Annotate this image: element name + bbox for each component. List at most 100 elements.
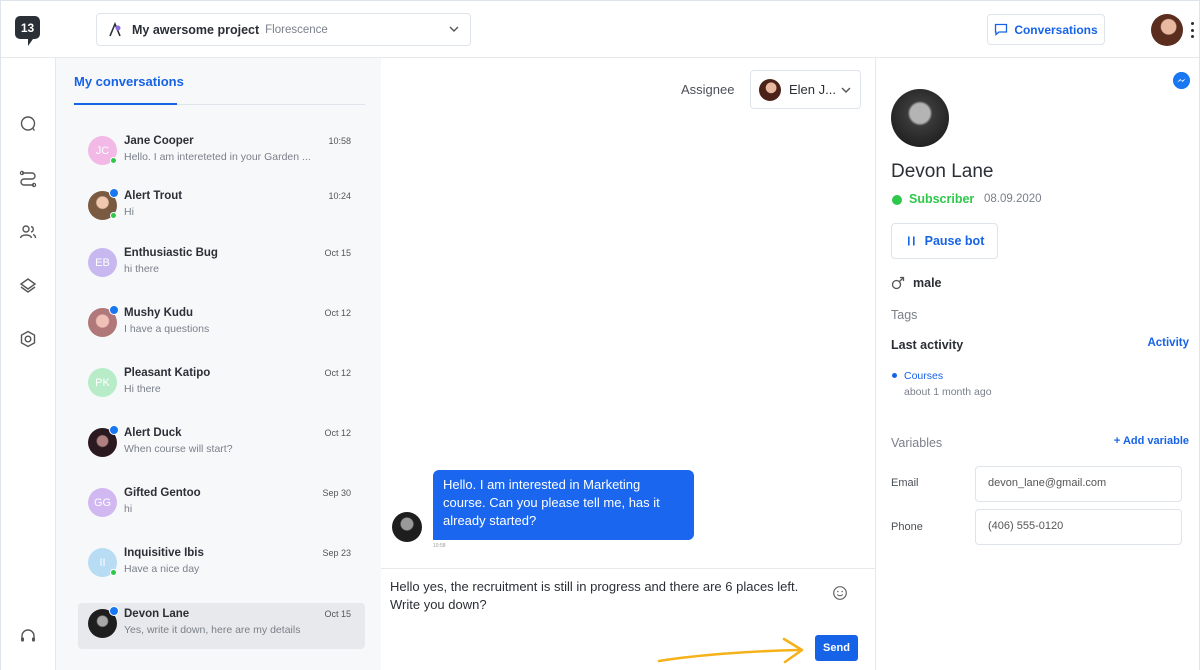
conversation-name: Alert Duck [124, 427, 182, 439]
conversation-time: Oct 12 [324, 308, 351, 318]
conversation-preview: When course will start? [124, 443, 233, 455]
online-indicator [110, 569, 117, 576]
conversation-time: Sep 23 [322, 548, 351, 558]
phone-label: Phone [891, 521, 923, 533]
phone-field[interactable]: (406) 555-0120 [975, 509, 1182, 545]
chevron-down-icon [449, 26, 459, 32]
pause-bot-button[interactable]: Pause bot [891, 223, 998, 259]
list-item[interactable]: JC Jane Cooper 10:58 Hello. I am interet… [78, 130, 365, 176]
conversation-time: Sep 30 [322, 488, 351, 498]
conversation-name: Enthusiastic Bug [124, 247, 218, 259]
pointer-arrow-icon [657, 637, 804, 664]
activity-time: about 1 month ago [904, 386, 992, 398]
pause-icon [907, 236, 915, 246]
email-field[interactable]: devon_lane@gmail.com [975, 466, 1182, 502]
emoji-icon[interactable] [832, 585, 848, 601]
conversation-name: Alert Trout [124, 190, 183, 202]
project-subtitle: Florescence [265, 23, 328, 36]
conversations-button-label: Conversations [1014, 22, 1098, 37]
composer-input[interactable]: Hello yes, the recruitment is still in p… [390, 578, 830, 614]
conversation-preview: hi [124, 503, 133, 515]
conversation-time: Oct 12 [324, 428, 351, 438]
email-label: Email [891, 477, 919, 489]
chat-panel: Assignee Elen J... Hello. I am intereste… [381, 58, 875, 670]
send-button[interactable]: Send [815, 635, 858, 661]
conversation-preview: Hi [124, 206, 134, 218]
subscribe-date: 08.09.2020 [984, 193, 1042, 205]
message-bubble: Hello. I am interested in Marketing cour… [433, 470, 694, 540]
male-icon [891, 276, 905, 290]
avatar: EB [88, 248, 117, 277]
chevron-down-icon [841, 87, 851, 93]
list-item[interactable]: PK Pleasant Katipo Oct 12 Hi there [78, 362, 365, 408]
conversation-preview: Hello. I am intereteted in your Garden .… [124, 151, 311, 163]
last-activity-label: Last activity [891, 338, 964, 352]
activity-link[interactable]: Activity [1147, 337, 1189, 349]
list-item[interactable]: GG Gifted Gentoo Sep 30 hi [78, 482, 365, 528]
broadcast-icon[interactable] [18, 276, 38, 296]
list-item[interactable]: Alert Trout 10:24 Hi [78, 185, 365, 231]
contact-profile-panel: Devon Lane Subscriber 08.09.2020 Pause b… [875, 58, 1200, 670]
contact-avatar [891, 89, 949, 147]
tab-divider [177, 104, 365, 105]
nav-rail [0, 58, 56, 670]
gender: male [891, 276, 942, 290]
subscriber-status-icon [892, 195, 902, 205]
conversation-time: Oct 15 [324, 609, 351, 619]
conversation-name: Mushy Kudu [124, 307, 193, 319]
conversation-name: Pleasant Katipo [124, 367, 211, 379]
flows-icon[interactable] [18, 168, 38, 188]
variables-label: Variables [891, 436, 943, 450]
online-indicator [110, 157, 117, 164]
messenger-icon [109, 188, 119, 198]
conversations-button[interactable]: Conversations [987, 14, 1105, 45]
chat-bubble-icon [995, 23, 1008, 36]
app-logo[interactable]: 13 [15, 16, 40, 46]
messenger-icon [109, 606, 119, 616]
subscriber-status: Subscriber [909, 192, 975, 206]
conversation-time: 10:58 [328, 136, 351, 146]
more-menu-icon[interactable] [1191, 22, 1195, 38]
message-time: 10:58 [433, 543, 446, 549]
conversation-preview: Have a nice day [124, 563, 200, 575]
conversation-time: Oct 15 [324, 248, 351, 258]
top-bar: 13 My awersome project Florescence Conve… [0, 0, 1200, 58]
conversation-time: 10:24 [328, 191, 351, 201]
list-item[interactable]: II Inquisitive Ibis Sep 23 Have a nice d… [78, 542, 365, 588]
conversation-preview: hi there [124, 263, 160, 275]
contact-avatar [392, 512, 422, 542]
conversation-name: Jane Cooper [124, 135, 194, 147]
project-selector[interactable]: My awersome project Florescence [96, 13, 471, 46]
user-avatar[interactable] [1151, 14, 1183, 46]
messenger-icon [109, 425, 119, 435]
users-icon[interactable] [18, 222, 38, 242]
activity-bullet [892, 373, 897, 378]
tab-my-conversations[interactable]: My conversations [74, 74, 184, 89]
conversation-preview: I have a questions [124, 323, 210, 335]
avatar: GG [88, 488, 117, 517]
tags-label: Tags [891, 308, 918, 322]
list-item[interactable]: Mushy Kudu Oct 12 I have a questions [78, 302, 365, 348]
assignee-select[interactable]: Elen J... [750, 70, 861, 109]
assignee-label: Assignee [681, 82, 735, 97]
conversation-name: Inquisitive Ibis [124, 547, 204, 559]
project-name: My awersome project [132, 22, 260, 37]
message-composer[interactable]: Hello yes, the recruitment is still in p… [381, 568, 875, 670]
settings-icon[interactable] [18, 329, 38, 349]
project-icon [109, 21, 121, 36]
conversation-list: My conversations JC Jane Cooper 10:58 He… [56, 58, 381, 670]
assignee-name: Elen J... [789, 82, 836, 97]
conversation-time: Oct 12 [324, 368, 351, 378]
activity-item[interactable]: Courses [904, 370, 943, 382]
list-item[interactable]: EB Enthusiastic Bug Oct 15 hi there [78, 242, 365, 288]
add-variable-button[interactable]: + Add variable [1114, 435, 1189, 447]
assignee-avatar [759, 78, 781, 101]
conversation-name: Devon Lane [124, 608, 190, 620]
pause-bot-label: Pause bot [924, 234, 985, 248]
list-item[interactable]: Alert Duck Oct 12 When course will start… [78, 422, 365, 468]
support-headset-icon[interactable] [18, 626, 38, 646]
chat-icon[interactable] [18, 114, 38, 134]
list-item-active[interactable]: Devon Lane Oct 15 Yes, write it down, he… [78, 603, 365, 649]
conversation-preview: Yes, write it down, here are my details [124, 624, 301, 636]
contact-name: Devon Lane [891, 161, 994, 182]
